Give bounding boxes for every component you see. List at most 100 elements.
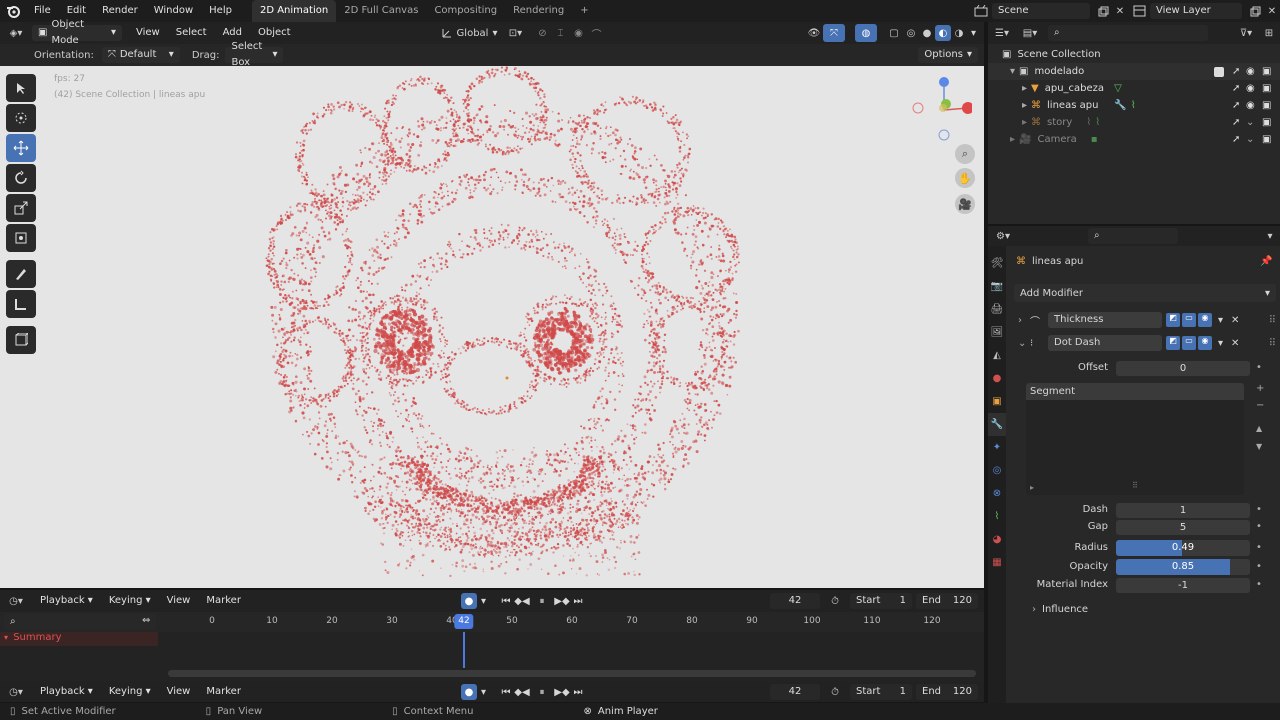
- copy-scene-icon[interactable]: [1094, 6, 1112, 17]
- material-tab-icon[interactable]: ◕: [988, 528, 1006, 551]
- expand-icon[interactable]: ▸: [1010, 134, 1015, 145]
- jump-start-icon[interactable]: ⏮: [498, 687, 514, 698]
- menu-window[interactable]: Window: [146, 0, 201, 22]
- view-layer-tab-icon[interactable]: 🖼: [988, 321, 1006, 344]
- move-up-icon[interactable]: ▲: [1256, 424, 1262, 433]
- mode-dropdown[interactable]: ▣ Object Mode ▾: [32, 19, 122, 46]
- close-circle-icon[interactable]: ⊗: [583, 706, 591, 717]
- timeline-menu-playback[interactable]: Playback ▾: [32, 681, 101, 703]
- jump-end-icon[interactable]: ⏭: [570, 596, 586, 607]
- next-keyframe-icon[interactable]: ▶◆: [554, 596, 570, 607]
- select-arrow-icon[interactable]: ➚: [1232, 66, 1240, 77]
- pause-icon[interactable]: ⏸: [530, 596, 554, 607]
- camera-view-icon[interactable]: 🎥: [955, 194, 975, 214]
- shading-material-icon[interactable]: ◐: [934, 25, 951, 41]
- viewport-menu-select[interactable]: Select: [168, 22, 215, 44]
- influence-panel[interactable]: › Influence: [1032, 604, 1088, 615]
- shading-wireframe-icon[interactable]: ◎: [903, 28, 919, 39]
- modifier-name-field[interactable]: Dot Dash: [1048, 335, 1162, 351]
- physics-tab-icon[interactable]: ◎: [988, 459, 1006, 482]
- modifier-thickness[interactable]: › ⌒ Thickness ◩ ▭ ◉ ▾ ✕ ⠿: [1018, 312, 1276, 328]
- render-toggle-icon[interactable]: ◉: [1198, 336, 1212, 350]
- texture-tab-icon[interactable]: ▦: [988, 551, 1006, 574]
- proportional-falloff-icon[interactable]: ⌒: [587, 26, 605, 41]
- visual-effects-tab-icon[interactable]: ✦: [988, 436, 1006, 459]
- end-frame-field[interactable]: End 120: [916, 593, 978, 609]
- render-camera-icon[interactable]: ▣: [1262, 100, 1271, 111]
- close-icon[interactable]: ✕: [1231, 315, 1239, 326]
- select-arrow-icon[interactable]: ➚: [1232, 134, 1240, 145]
- timeline-ruler[interactable]: ⌕ ⇔ 0 10 20 30 40 50 60 70 80 90 100 110 120 42: [0, 612, 984, 632]
- next-keyframe-icon[interactable]: ▶◆: [554, 687, 570, 698]
- timeline-scrollbar[interactable]: [168, 670, 976, 677]
- zoom-icon[interactable]: ⌕: [955, 144, 975, 164]
- cursor-tool-icon[interactable]: [6, 104, 36, 132]
- chevron-down-icon[interactable]: ▾: [971, 28, 976, 39]
- chevron-down-icon[interactable]: ▾: [1218, 315, 1223, 326]
- current-frame-field[interactable]: 42: [770, 593, 820, 609]
- transform-tool-icon[interactable]: [6, 224, 36, 252]
- dash-field[interactable]: 1: [1116, 503, 1250, 518]
- navigation-gizmo[interactable]: [912, 74, 972, 146]
- pause-icon[interactable]: ⏸: [530, 687, 554, 698]
- jump-start-icon[interactable]: ⏮: [498, 596, 514, 607]
- tab-rendering[interactable]: Rendering: [505, 0, 572, 22]
- outliner-item-story[interactable]: ▸ ⌘ story ⌇ ⌇ ➚ ⌄ ▣: [988, 114, 1280, 131]
- select-arrow-icon[interactable]: ➚: [1232, 117, 1240, 128]
- tab-2d-animation[interactable]: 2D Animation: [251, 0, 337, 22]
- constraints-tab-icon[interactable]: ⊗: [988, 482, 1006, 505]
- edit-mode-toggle-icon[interactable]: ◩: [1166, 313, 1180, 327]
- pin-icon[interactable]: 📌: [1260, 256, 1272, 267]
- current-frame-badge[interactable]: 42: [454, 614, 474, 629]
- measure-tool-icon[interactable]: [6, 290, 36, 318]
- snap-icon[interactable]: ⊘: [533, 28, 551, 39]
- outliner-editor-type-icon[interactable]: ☰▾: [988, 28, 1016, 39]
- proportional-edit-icon[interactable]: ◉: [569, 28, 587, 39]
- current-frame-field[interactable]: 42: [770, 684, 820, 700]
- material-index-field[interactable]: -1: [1116, 578, 1250, 593]
- jump-end-icon[interactable]: ⏭: [570, 687, 586, 698]
- timeline-menu-view[interactable]: View: [159, 681, 199, 703]
- stopwatch-icon[interactable]: ⏱: [826, 596, 844, 607]
- timeline-menu-keying[interactable]: Keying ▾: [101, 681, 159, 703]
- new-collection-icon[interactable]: ⊞: [1258, 28, 1280, 39]
- render-camera-icon[interactable]: ▣: [1262, 83, 1271, 94]
- xray-icon[interactable]: ▢: [885, 28, 903, 39]
- gap-field[interactable]: 5: [1116, 520, 1250, 535]
- keyframe-dot-icon[interactable]: •: [1256, 579, 1262, 590]
- radius-slider[interactable]: 0.49: [1116, 540, 1250, 556]
- viewport-toggle-icon[interactable]: ▭: [1182, 336, 1196, 350]
- expand-icon[interactable]: ▸: [1022, 83, 1027, 94]
- prev-keyframe-icon[interactable]: ◆◀: [514, 596, 530, 607]
- visibility-icon[interactable]: 👁: [805, 28, 823, 39]
- gizmo-toggle-icon[interactable]: ⤧: [822, 24, 845, 42]
- start-frame-field[interactable]: Start 1: [850, 593, 912, 609]
- tab-2d-full-canvas[interactable]: 2D Full Canvas: [336, 0, 426, 22]
- expand-icon[interactable]: ›: [1018, 315, 1030, 326]
- add-workspace-icon[interactable]: +: [572, 0, 596, 22]
- pan-hand-icon[interactable]: ✋: [955, 168, 975, 188]
- viewport-menu-view[interactable]: View: [128, 22, 168, 44]
- add-segment-icon[interactable]: +: [1256, 383, 1264, 394]
- chevron-down-icon[interactable]: ▾: [1218, 338, 1223, 349]
- outliner-item-camera[interactable]: ▸ 🎥 Camera ▪ ➚ ⌄ ▣: [988, 131, 1280, 148]
- playhead[interactable]: [463, 632, 465, 668]
- close-icon[interactable]: ✕: [1231, 338, 1239, 349]
- move-down-icon[interactable]: ▼: [1256, 442, 1262, 451]
- outliner-item-scene-collection[interactable]: ▣ Scene Collection: [988, 46, 1280, 63]
- close-view-layer-icon[interactable]: ✕: [1264, 6, 1280, 17]
- modifier-tab-icon[interactable]: 🔧: [988, 413, 1006, 436]
- render-camera-icon[interactable]: ▣: [1262, 117, 1271, 128]
- render-tab-icon[interactable]: 📷: [988, 275, 1006, 298]
- scale-tool-icon[interactable]: [6, 194, 36, 222]
- edit-mode-toggle-icon[interactable]: ◩: [1166, 336, 1180, 350]
- view-layer-field[interactable]: View Layer: [1150, 3, 1242, 19]
- modifier-name-field[interactable]: Thickness: [1048, 312, 1162, 328]
- render-toggle-icon[interactable]: ◉: [1198, 313, 1212, 327]
- keyframe-dot-icon[interactable]: •: [1256, 561, 1262, 572]
- keyframe-dot-icon[interactable]: •: [1256, 521, 1262, 532]
- display-mode-icon[interactable]: ▤▾: [1016, 28, 1044, 39]
- eye-hidden-icon[interactable]: ⌄: [1246, 117, 1254, 128]
- snap-settings-icon[interactable]: ⌶: [551, 28, 569, 39]
- render-camera-icon[interactable]: ▣: [1262, 66, 1271, 77]
